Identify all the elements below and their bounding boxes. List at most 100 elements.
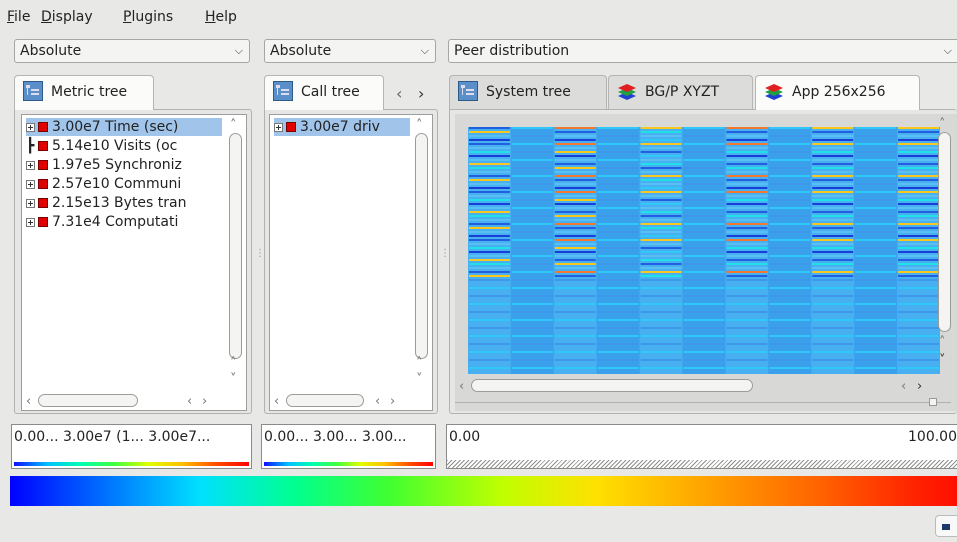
menu-plugins[interactable]: Plugins — [123, 9, 173, 25]
tree-row[interactable]: 3.00e7 driv — [274, 118, 410, 136]
scroll-left-icon[interactable]: ‹ — [26, 395, 31, 408]
heatmap-cell — [769, 271, 811, 273]
heatmap-cell — [812, 195, 854, 197]
scroll-up-icon[interactable]: ˄ — [230, 119, 237, 132]
heatmap-canvas[interactable] — [468, 127, 940, 374]
heatmap-cell — [683, 135, 725, 137]
heatmap-cell — [726, 367, 768, 369]
menu-file[interactable]: File — [7, 9, 30, 25]
scrollbar-thumb[interactable] — [415, 133, 428, 359]
tab-system-tree[interactable]: System tree — [449, 75, 607, 109]
menu-display[interactable]: Display — [41, 9, 93, 25]
scroll-left-icon[interactable]: ‹ — [901, 380, 906, 393]
expand-icon[interactable] — [274, 123, 283, 132]
scroll-left-icon[interactable]: ‹ — [274, 395, 279, 408]
call-tree[interactable]: 3.00e7 driv ˄ ˄ ˅ ‹ ‹ › — [269, 114, 433, 411]
heatmap-cell — [469, 183, 510, 185]
scrollbar-thumb[interactable] — [286, 394, 364, 407]
tab-bgp-xyzt[interactable]: BG/P XYZT — [608, 75, 753, 109]
scroll-down-icon[interactable]: ˅ — [230, 373, 237, 386]
heatmap-cell — [469, 279, 510, 281]
heatmap-cell — [469, 227, 510, 229]
heatmap-cell — [855, 151, 897, 153]
expand-icon[interactable] — [26, 218, 35, 227]
vertical-scrollbar[interactable]: ˄ ˄ ˅ — [937, 114, 953, 382]
horizontal-scrollbar[interactable]: ‹ ‹ › — [455, 378, 937, 394]
heatmap-cell — [597, 351, 639, 353]
tab-scroll-left-icon[interactable]: ‹ — [396, 84, 402, 103]
heatmap-cell — [812, 279, 854, 281]
zoom-slider-handle[interactable] — [929, 398, 937, 406]
tab-call-tree[interactable]: Call tree — [264, 75, 384, 110]
heatmap-cell — [554, 359, 596, 361]
tree-row[interactable]: 2.57e10 Communi — [26, 175, 181, 193]
heatmap-cell — [511, 255, 553, 257]
tab-app-256x256[interactable]: App 256x256 — [755, 75, 920, 110]
scrollbar-thumb[interactable] — [471, 379, 753, 392]
heatmap-cell — [469, 215, 510, 217]
heatmap-cell — [683, 351, 725, 353]
heatmap-cell — [855, 143, 897, 145]
heatmap-cell — [683, 151, 725, 153]
heatmap-cell — [726, 179, 768, 181]
tab-bgp-xyzt-label: BG/P XYZT — [645, 84, 720, 100]
zoom-slider-track[interactable] — [455, 402, 951, 403]
metric-tree[interactable]: 3.00e7 Time (sec) ┣ 5.14e10 Visits (oc 1.… — [21, 114, 247, 411]
scroll-up-icon[interactable]: ˄ — [230, 357, 237, 370]
vertical-scrollbar[interactable]: ˄ ˄ ˅ — [414, 115, 430, 393]
scroll-up-icon[interactable]: ˄ — [416, 357, 423, 370]
scrollbar-thumb[interactable] — [38, 394, 138, 407]
tab-app-256x256-label: App 256x256 — [792, 84, 886, 100]
heatmap-cell — [726, 159, 768, 161]
heatmap-cell — [812, 239, 854, 241]
tree-row[interactable]: 1.97e5 Synchroniz — [26, 156, 182, 174]
heatmap-cell — [812, 267, 854, 269]
heatmap-cell — [898, 279, 939, 281]
tab-metric-tree[interactable]: Metric tree — [14, 75, 154, 110]
color-legend-bar — [10, 476, 957, 506]
expand-icon[interactable] — [26, 180, 35, 189]
heatmap-cell — [640, 295, 682, 297]
heatmap-cell — [683, 207, 725, 209]
scroll-right-icon[interactable]: › — [917, 380, 922, 393]
heatmap-cell — [597, 343, 639, 345]
scroll-up-icon[interactable]: ˄ — [939, 336, 946, 349]
metric-value-mode-combo[interactable]: Absolute ⌵ — [14, 39, 250, 63]
expand-icon[interactable] — [26, 123, 35, 132]
scroll-left-icon[interactable]: ‹ — [459, 380, 464, 393]
heatmap-cell — [511, 311, 553, 313]
tree-row[interactable]: 3.00e7 Time (sec) — [26, 118, 222, 136]
horizontal-scrollbar[interactable]: ‹ ‹ › — [270, 393, 414, 409]
scrollbar-thumb[interactable] — [938, 132, 951, 332]
heatmap-cell — [469, 151, 510, 153]
expand-icon[interactable] — [26, 199, 35, 208]
scroll-up-icon[interactable]: ˄ — [939, 118, 946, 131]
horizontal-scrollbar[interactable]: ‹ ‹ › — [22, 393, 228, 409]
heatmap-cell — [726, 139, 768, 141]
tree-row[interactable]: 7.31e4 Computati — [26, 213, 178, 231]
scroll-down-icon[interactable]: ˅ — [939, 354, 946, 367]
heatmap-cell — [898, 139, 939, 141]
scroll-down-icon[interactable]: ˅ — [416, 373, 423, 386]
scrollbar-thumb[interactable] — [229, 133, 242, 359]
tree-row[interactable]: 2.15e13 Bytes tran — [26, 194, 186, 212]
system-value-mode-combo[interactable]: Peer distribution ⌵ — [448, 39, 957, 63]
scroll-left-icon[interactable]: ‹ — [375, 395, 380, 408]
heatmap-cell — [640, 207, 682, 209]
scroll-left-icon[interactable]: ‹ — [187, 395, 192, 408]
scroll-right-icon[interactable]: › — [202, 395, 207, 408]
scroll-right-icon[interactable]: › — [390, 395, 395, 408]
status-icon-button[interactable] — [935, 515, 957, 537]
tree-row[interactable]: ┣ 5.14e10 Visits (oc — [26, 137, 177, 155]
heatmap-cell — [812, 175, 854, 177]
heatmap-cell — [640, 231, 682, 233]
scroll-up-icon[interactable]: ˄ — [416, 119, 423, 132]
tab-scroll-right-icon[interactable]: › — [418, 84, 424, 103]
heatmap-cell — [597, 175, 639, 177]
heatmap-cell — [640, 155, 682, 157]
call-value-mode-combo[interactable]: Absolute ⌵ — [264, 39, 436, 63]
expand-icon[interactable] — [26, 161, 35, 170]
menu-help[interactable]: Help — [205, 9, 237, 25]
heatmap-cell — [812, 335, 854, 337]
vertical-scrollbar[interactable]: ˄ ˄ ˅ — [228, 115, 244, 393]
